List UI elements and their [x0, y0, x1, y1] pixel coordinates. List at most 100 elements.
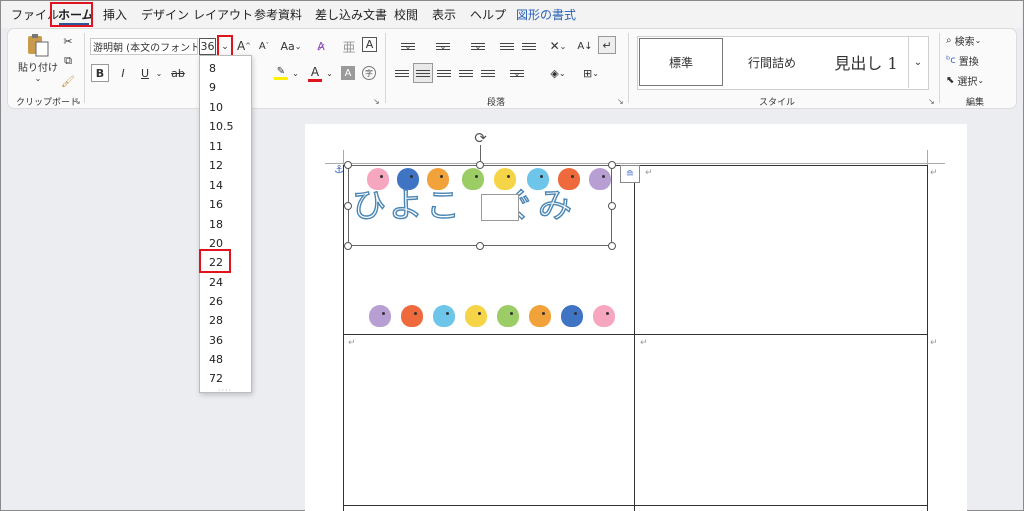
ribbon-home: 貼り付け ⌄ ✂ ⧉ 🖌 クリップボード ↘ 游明朝 (本文のフォント⌄ 36 …: [7, 28, 1017, 109]
font-launcher-icon[interactable]: ↘: [373, 97, 380, 106]
tab-layout[interactable]: レイアウト: [193, 6, 253, 23]
resize-handle[interactable]: [476, 242, 484, 250]
format-painter-icon[interactable]: 🖌: [60, 73, 76, 89]
underline-button[interactable]: U: [136, 64, 154, 82]
tab-references[interactable]: 参考資料: [254, 6, 302, 23]
bird-illustration: [561, 305, 583, 327]
underline-dropdown-arrow[interactable]: ⌄: [154, 64, 164, 82]
character-shading-button[interactable]: A: [341, 66, 355, 80]
anchor-icon: ⚓: [334, 162, 344, 176]
text-effects-icon[interactable]: [254, 64, 270, 82]
justify-button[interactable]: [457, 65, 475, 81]
font-size-option[interactable]: 36: [209, 334, 223, 347]
cut-icon[interactable]: ✂: [60, 33, 76, 49]
table-border: [634, 165, 635, 511]
show-marks-button[interactable]: ↵: [598, 36, 616, 54]
align-center-button[interactable]: [413, 63, 433, 83]
tab-insert[interactable]: 挿入: [103, 6, 127, 23]
decrease-indent-button[interactable]: [498, 38, 516, 54]
resize-handle[interactable]: [344, 161, 352, 169]
change-case-button[interactable]: Aa ⌄: [278, 37, 304, 55]
replace-button[interactable]: ᵇc 置換: [946, 52, 1006, 69]
paragraph-launcher-icon[interactable]: ↘: [617, 97, 624, 106]
paragraph-mark: ↵: [930, 338, 938, 348]
multilevel-list-button[interactable]: ⌄: [463, 38, 493, 54]
font-family-box[interactable]: 游明朝 (本文のフォント⌄: [90, 38, 198, 55]
bird-illustration: [401, 305, 423, 327]
styles-more-button[interactable]: ⌄: [908, 36, 927, 88]
resize-handle[interactable]: [344, 202, 352, 210]
margin-guide: [325, 163, 945, 164]
font-size-option[interactable]: 10.5: [209, 120, 234, 133]
distributed-button[interactable]: [479, 65, 497, 81]
style-normal[interactable]: 標準: [639, 38, 723, 86]
line-spacing-button[interactable]: ⌄: [502, 65, 532, 81]
rotate-handle-icon[interactable]: ⟳: [471, 128, 490, 147]
font-size-option[interactable]: 72: [209, 372, 223, 385]
font-size-option[interactable]: 18: [209, 218, 223, 231]
resize-handle[interactable]: [608, 242, 616, 250]
font-color-dropdown-arrow[interactable]: ⌄: [325, 64, 334, 82]
font-size-option[interactable]: 11: [209, 140, 223, 153]
sort-button[interactable]: A↓: [576, 37, 594, 55]
clear-formatting-icon[interactable]: A̷: [312, 37, 330, 55]
tab-shape-format[interactable]: 図形の書式: [516, 6, 576, 23]
paragraph-mark: ↵: [348, 338, 356, 348]
tab-mailings[interactable]: 差し込み文書: [315, 6, 387, 23]
shading-button[interactable]: ◈ ⌄: [543, 65, 573, 81]
bold-button[interactable]: B: [91, 64, 109, 82]
character-border-button[interactable]: A: [362, 37, 377, 52]
tab-help[interactable]: ヘルプ: [470, 6, 506, 23]
align-right-button[interactable]: [435, 65, 453, 81]
font-size-option[interactable]: 14: [209, 179, 223, 192]
tab-review[interactable]: 校閲: [394, 6, 418, 23]
find-button[interactable]: ⌕ 検索 ⌄: [946, 32, 1006, 49]
phonetic-guide-icon[interactable]: 亜: [340, 37, 358, 56]
replace-icon: ᵇc: [946, 55, 956, 66]
select-button[interactable]: ⬉ 選択 ⌄: [946, 72, 1006, 89]
resize-handle[interactable]: [608, 202, 616, 210]
resize-handle[interactable]: [344, 242, 352, 250]
style-heading-1[interactable]: 見出し 1: [818, 38, 914, 86]
highlight-color-button[interactable]: ✎: [272, 64, 290, 82]
font-color-button[interactable]: A: [306, 64, 324, 82]
tab-design[interactable]: デザイン: [141, 6, 189, 23]
paragraph-mark: ↵: [645, 168, 653, 178]
wordart-text[interactable]: ひよこ ぐみ: [351, 185, 608, 226]
borders-button[interactable]: ⊞ ⌄: [576, 65, 606, 81]
bullets-button[interactable]: ⌄: [393, 38, 423, 54]
italic-button[interactable]: I: [114, 64, 132, 82]
resize-grip-icon[interactable]: ····: [218, 386, 232, 395]
paste-button[interactable]: 貼り付け ⌄: [16, 31, 60, 89]
strikethrough-button[interactable]: ab: [168, 64, 188, 82]
asian-layout-button[interactable]: ✕ ⌄: [543, 37, 573, 55]
style-no-spacing[interactable]: 行間詰め: [728, 38, 816, 86]
align-left-button[interactable]: [393, 65, 411, 81]
font-size-option[interactable]: 28: [209, 314, 223, 327]
copy-icon[interactable]: ⧉: [60, 53, 76, 69]
tab-view[interactable]: 表示: [432, 6, 456, 23]
font-size-option[interactable]: 48: [209, 353, 223, 366]
font-size-option[interactable]: 12: [209, 159, 223, 172]
numbering-button[interactable]: ⌄: [428, 38, 458, 54]
shrink-font-button[interactable]: Aˇ: [256, 37, 272, 55]
styles-launcher-icon[interactable]: ↘: [928, 97, 935, 106]
font-size-option[interactable]: 8: [209, 62, 216, 75]
enclose-characters-button[interactable]: 字: [362, 66, 376, 80]
highlight-dropdown-arrow[interactable]: ⌄: [291, 64, 300, 82]
resize-handle[interactable]: [608, 161, 616, 169]
resize-handle[interactable]: [476, 161, 484, 169]
font-size-option[interactable]: 9: [209, 81, 216, 94]
clipboard-launcher-icon[interactable]: ↘: [74, 97, 81, 106]
font-size-box[interactable]: 36: [199, 38, 216, 55]
font-size-option[interactable]: 10: [209, 101, 223, 114]
font-size-option[interactable]: 24: [209, 276, 223, 289]
font-size-option[interactable]: 16: [209, 198, 223, 211]
clipboard-group-label: クリップボード: [16, 98, 80, 108]
layout-options-icon[interactable]: ≘: [620, 165, 640, 183]
font-size-option[interactable]: 26: [209, 295, 223, 308]
increase-indent-button[interactable]: [520, 38, 538, 54]
table-border: [343, 505, 927, 506]
highlighter-icon: ✎: [276, 66, 286, 77]
grow-font-button[interactable]: A ^: [236, 37, 252, 55]
